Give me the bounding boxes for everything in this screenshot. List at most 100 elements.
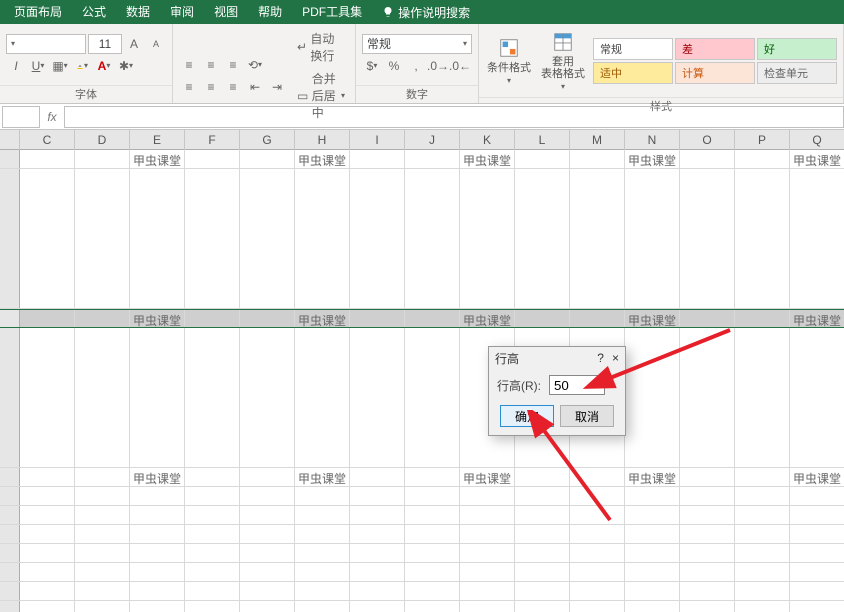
cell[interactable] (405, 601, 460, 612)
style-bad[interactable]: 差 (675, 38, 755, 60)
cell[interactable] (625, 601, 680, 612)
cell[interactable] (75, 544, 130, 562)
cell[interactable] (680, 563, 735, 581)
name-box[interactable] (2, 106, 40, 128)
align-top-icon[interactable]: ≡ (179, 55, 199, 75)
cell[interactable] (20, 506, 75, 524)
col-header[interactable]: L (515, 130, 570, 150)
cell[interactable] (185, 487, 240, 505)
cell[interactable] (20, 525, 75, 543)
cell[interactable] (20, 601, 75, 612)
table-row[interactable] (0, 601, 844, 612)
cell[interactable]: 甲虫课堂 (625, 468, 680, 486)
cell[interactable] (570, 487, 625, 505)
cell[interactable] (240, 169, 295, 308)
col-header[interactable]: O (680, 130, 735, 150)
cell[interactable] (460, 563, 515, 581)
table-row[interactable] (0, 563, 844, 582)
cell[interactable] (735, 468, 790, 486)
style-calc[interactable]: 计算 (675, 62, 755, 84)
cell[interactable] (295, 328, 350, 467)
col-header[interactable]: F (185, 130, 240, 150)
cell[interactable] (680, 310, 735, 327)
number-format-combo[interactable]: 常规▾ (362, 34, 472, 54)
table-row[interactable] (0, 544, 844, 563)
cell[interactable] (405, 525, 460, 543)
fx-icon[interactable]: fx (40, 110, 64, 124)
col-header[interactable]: D (75, 130, 130, 150)
cell[interactable] (20, 169, 75, 308)
cell[interactable] (350, 563, 405, 581)
cell[interactable] (735, 328, 790, 467)
cell[interactable] (295, 525, 350, 543)
menu-page-layout[interactable]: 页面布局 (4, 0, 72, 24)
cell[interactable] (570, 544, 625, 562)
cell[interactable] (185, 525, 240, 543)
menu-pdf-tools[interactable]: PDF工具集 (292, 0, 372, 24)
row-height-input[interactable] (549, 375, 605, 395)
cell[interactable] (240, 601, 295, 612)
cell[interactable]: 甲虫课堂 (625, 150, 680, 168)
cell[interactable] (625, 582, 680, 600)
cell[interactable] (240, 506, 295, 524)
cell[interactable] (20, 563, 75, 581)
cancel-button[interactable]: 取消 (560, 405, 614, 427)
cell[interactable] (350, 601, 405, 612)
cell[interactable] (790, 328, 844, 467)
col-header[interactable]: G (240, 130, 295, 150)
font-color-icon[interactable]: A▾ (94, 56, 114, 76)
col-header[interactable]: J (405, 130, 460, 150)
cell[interactable] (350, 544, 405, 562)
cell[interactable] (735, 525, 790, 543)
cell[interactable] (75, 169, 130, 308)
indent-dec-icon[interactable]: ⇤ (245, 77, 265, 97)
cell[interactable]: 甲虫课堂 (295, 150, 350, 168)
cell[interactable] (570, 468, 625, 486)
cell[interactable] (680, 150, 735, 168)
cell[interactable] (515, 525, 570, 543)
cell[interactable] (350, 150, 405, 168)
cell[interactable] (405, 487, 460, 505)
cell[interactable] (625, 544, 680, 562)
cell[interactable] (735, 506, 790, 524)
increase-decimal-icon[interactable]: .0→ (428, 56, 448, 76)
cell[interactable] (625, 563, 680, 581)
cell[interactable] (515, 468, 570, 486)
cell[interactable] (405, 582, 460, 600)
cell[interactable] (185, 150, 240, 168)
cell[interactable]: 甲虫课堂 (790, 150, 844, 168)
cell[interactable] (570, 150, 625, 168)
cell[interactable] (185, 544, 240, 562)
cell[interactable] (735, 150, 790, 168)
align-bottom-icon[interactable]: ≡ (223, 55, 243, 75)
cell[interactable] (185, 310, 240, 327)
orientation-icon[interactable]: ⟲▾ (245, 55, 265, 75)
col-header[interactable]: E (130, 130, 185, 150)
cell[interactable] (735, 582, 790, 600)
cell[interactable]: 甲虫课堂 (130, 468, 185, 486)
conditional-format-button[interactable]: 条件格式 ▾ (485, 34, 533, 87)
cell[interactable] (240, 544, 295, 562)
cell[interactable] (460, 169, 515, 308)
cell[interactable] (185, 328, 240, 467)
cell[interactable] (295, 506, 350, 524)
format-as-table-button[interactable]: 套用 表格格式 ▾ (539, 28, 587, 93)
increase-font-icon[interactable]: A (124, 34, 144, 54)
cell[interactable] (790, 506, 844, 524)
cell[interactable] (460, 601, 515, 612)
cell[interactable] (20, 310, 75, 327)
cell[interactable] (295, 582, 350, 600)
cell[interactable] (20, 487, 75, 505)
cell[interactable] (680, 169, 735, 308)
decrease-decimal-icon[interactable]: .0← (450, 56, 470, 76)
cell[interactable] (680, 582, 735, 600)
tell-me-search[interactable]: 操作说明搜索 (372, 4, 480, 21)
cell[interactable] (680, 506, 735, 524)
col-header[interactable]: P (735, 130, 790, 150)
style-check[interactable]: 检查单元 (757, 62, 837, 84)
cell[interactable] (515, 544, 570, 562)
cell[interactable] (515, 601, 570, 612)
cell[interactable] (405, 468, 460, 486)
italic-icon[interactable]: I (6, 56, 26, 76)
cell[interactable] (790, 582, 844, 600)
